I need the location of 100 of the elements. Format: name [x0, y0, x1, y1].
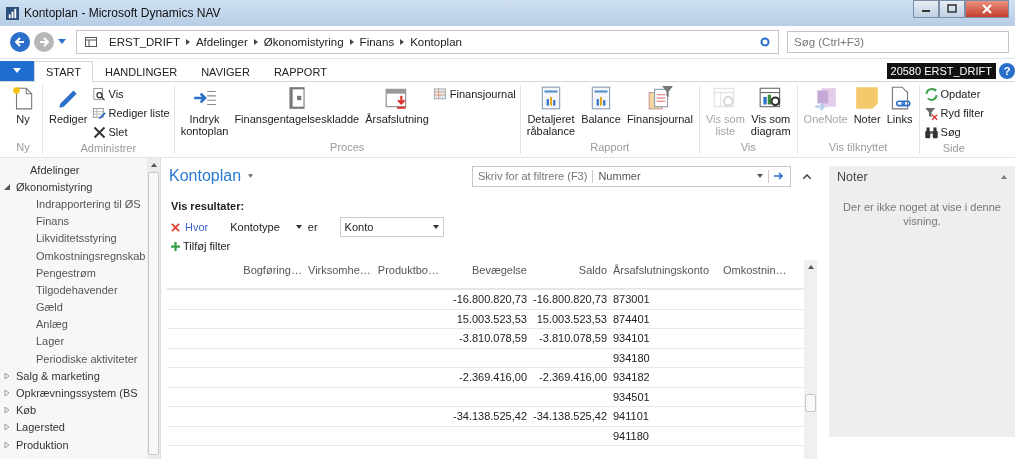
- ribbon-button[interactable]: Rediger liste: [91, 104, 170, 122]
- column-header[interactable]: Saldo: [530, 264, 610, 276]
- expanded-arrow-icon[interactable]: [4, 183, 10, 190]
- ribbon-button[interactable]: Ryd filter: [923, 104, 984, 122]
- ribbon-button[interactable]: Balance: [579, 85, 623, 125]
- table-cell: -3.810.078,59: [459, 332, 527, 345]
- navigation-item[interactable]: Produktion: [16, 438, 69, 451]
- ribbon-tab[interactable]: NAVIGER: [189, 61, 262, 81]
- navigation-item[interactable]: Afdelinger: [30, 163, 80, 176]
- caret-icon[interactable]: [757, 174, 763, 178]
- column-header[interactable]: Bogføring…: [235, 264, 305, 276]
- ribbon-button[interactable]: Finansjournal: [624, 85, 695, 125]
- ribbon-button[interactable]: Slet: [91, 123, 170, 141]
- filter-value-dropdown[interactable]: Konto: [339, 217, 444, 237]
- collapsed-arrow-icon[interactable]: [4, 424, 10, 431]
- ribbon-button[interactable]: Finansjournal: [432, 85, 516, 103]
- close-icon: [982, 4, 992, 14]
- navigation-item[interactable]: Omkostningsregnskab: [36, 249, 146, 262]
- ribbon-button[interactable]: Noter: [851, 85, 883, 125]
- column-header[interactable]: Produktbo…: [372, 264, 442, 276]
- arrow-icon[interactable]: [774, 172, 784, 180]
- filter-column-dropdown[interactable]: Nummer: [598, 170, 752, 182]
- separator-icon: [253, 39, 258, 45]
- ribbon-button[interactable]: Ny: [8, 85, 38, 125]
- panel-title: Noter: [837, 170, 868, 184]
- back-button[interactable]: [10, 32, 30, 52]
- scroll-up-icon[interactable]: [150, 163, 157, 167]
- ribbon-button[interactable]: Søg: [923, 123, 984, 141]
- scrollbar[interactable]: [147, 158, 160, 459]
- ribbon-tab[interactable]: HANDLINGER: [93, 61, 190, 81]
- application-menu-button[interactable]: [0, 61, 34, 81]
- scrollbar[interactable]: [804, 260, 817, 459]
- collapsed-arrow-icon[interactable]: [4, 441, 10, 448]
- navigation-item[interactable]: Økonomistyring: [16, 180, 93, 193]
- column-header[interactable]: Årsafslutningskonto: [610, 264, 720, 276]
- table-cell: -2.369.416,00: [459, 371, 527, 384]
- column-header[interactable]: Bevægelse: [442, 264, 530, 276]
- back-arrow-icon: [14, 36, 26, 48]
- ribbon-button[interactable]: Detaljeret råbalance: [524, 85, 578, 137]
- table-cell: -16.800.820,73: [453, 293, 527, 306]
- ribbon-button[interactable]: Opdater: [923, 85, 984, 103]
- collapse-icon[interactable]: [803, 173, 811, 179]
- delete-icon: [91, 124, 107, 140]
- navigation-item[interactable]: Likviditetsstyring: [36, 232, 117, 245]
- navigation-item[interactable]: Gæld: [36, 301, 63, 314]
- navigation-item[interactable]: Køb: [16, 404, 37, 417]
- navigation-item[interactable]: Salg & marketing: [16, 369, 100, 382]
- close-button[interactable]: [965, 0, 1009, 18]
- caret-icon[interactable]: [295, 225, 302, 229]
- breadcrumb-item[interactable]: Finans: [359, 36, 395, 48]
- collapsed-arrow-icon[interactable]: [4, 407, 10, 414]
- caret-icon[interactable]: [248, 174, 254, 178]
- breadcrumb-item[interactable]: Afdelinger: [195, 36, 248, 48]
- table-cell: -16.800.820,73: [533, 293, 607, 306]
- empty-message: Der er ikke noget at vise i denne visning.: [842, 200, 1002, 228]
- navigation-item[interactable]: Tilgodehavender: [36, 283, 118, 296]
- where-link[interactable]: Hvor: [185, 221, 209, 233]
- ribbon-button[interactable]: Vis: [91, 85, 170, 103]
- table-cell: 941180: [613, 429, 649, 442]
- page-title[interactable]: Kontoplan: [169, 167, 242, 185]
- ribbon-button[interactable]: Vis som diagram: [748, 85, 793, 137]
- breadcrumb-item[interactable]: Kontoplan: [410, 36, 462, 48]
- ribbon-button[interactable]: Rediger: [47, 85, 90, 125]
- window-title: Kontoplan - Microsoft Dynamics NAV: [24, 6, 221, 20]
- column-header[interactable]: Omkostnin…: [720, 264, 784, 276]
- breadcrumb-item[interactable]: Økonomistyring: [263, 36, 344, 48]
- collapsed-arrow-icon[interactable]: [4, 390, 10, 397]
- remove-filter-icon[interactable]: [171, 222, 180, 232]
- search-field[interactable]: Søg (Ctrl+F3): [787, 31, 1009, 53]
- filter-field-dropdown[interactable]: Kontotype: [230, 221, 280, 233]
- maximize-button[interactable]: [939, 0, 965, 18]
- scrollbar-thumb[interactable]: [805, 394, 816, 412]
- ribbon-tab[interactable]: RAPPORT: [261, 61, 339, 81]
- table-cell: 874401: [613, 312, 650, 325]
- navigation-item[interactable]: Opkrævningssystem (BS: [16, 387, 138, 400]
- caret-icon: [13, 68, 21, 74]
- ribbon-button[interactable]: Indryk kontoplan: [178, 85, 231, 137]
- add-filter-link[interactable]: Tilføj filter: [171, 240, 231, 252]
- history-dropdown-icon[interactable]: [58, 39, 66, 45]
- edit-list-icon: [91, 105, 107, 121]
- navigation-item[interactable]: Finans: [36, 215, 70, 228]
- scroll-up-icon[interactable]: [807, 265, 814, 269]
- scrollbar-thumb[interactable]: [148, 172, 159, 455]
- column-header[interactable]: Virksomhe…: [305, 264, 372, 276]
- ribbon-button[interactable]: Finansgentagelseskladde: [232, 85, 362, 125]
- ribbon-button[interactable]: Links: [884, 85, 915, 125]
- ribbon-tab[interactable]: START: [34, 61, 94, 82]
- navigation-item[interactable]: Anlæg: [36, 318, 68, 331]
- collapsed-arrow-icon[interactable]: [4, 372, 10, 379]
- navigation-item[interactable]: Lagersted: [16, 421, 65, 434]
- ribbon-button[interactable]: Årsafslutning: [363, 85, 431, 125]
- navigation-item[interactable]: Lager: [36, 335, 65, 348]
- table-cell: -34.138.525,42: [453, 410, 527, 423]
- breadcrumb-item[interactable]: ERST_DRIFT: [109, 36, 180, 48]
- help-button[interactable]: ?: [999, 63, 1015, 79]
- navigation-item[interactable]: Indrapportering til ØS: [36, 197, 141, 210]
- navigation-item[interactable]: Pengestrøm: [36, 266, 96, 279]
- navigation-item[interactable]: Periodiske aktiviteter: [36, 352, 138, 365]
- minimize-button[interactable]: [913, 0, 939, 18]
- filter-field[interactable]: Skriv for at filtrere (F3) Nummer: [472, 165, 791, 187]
